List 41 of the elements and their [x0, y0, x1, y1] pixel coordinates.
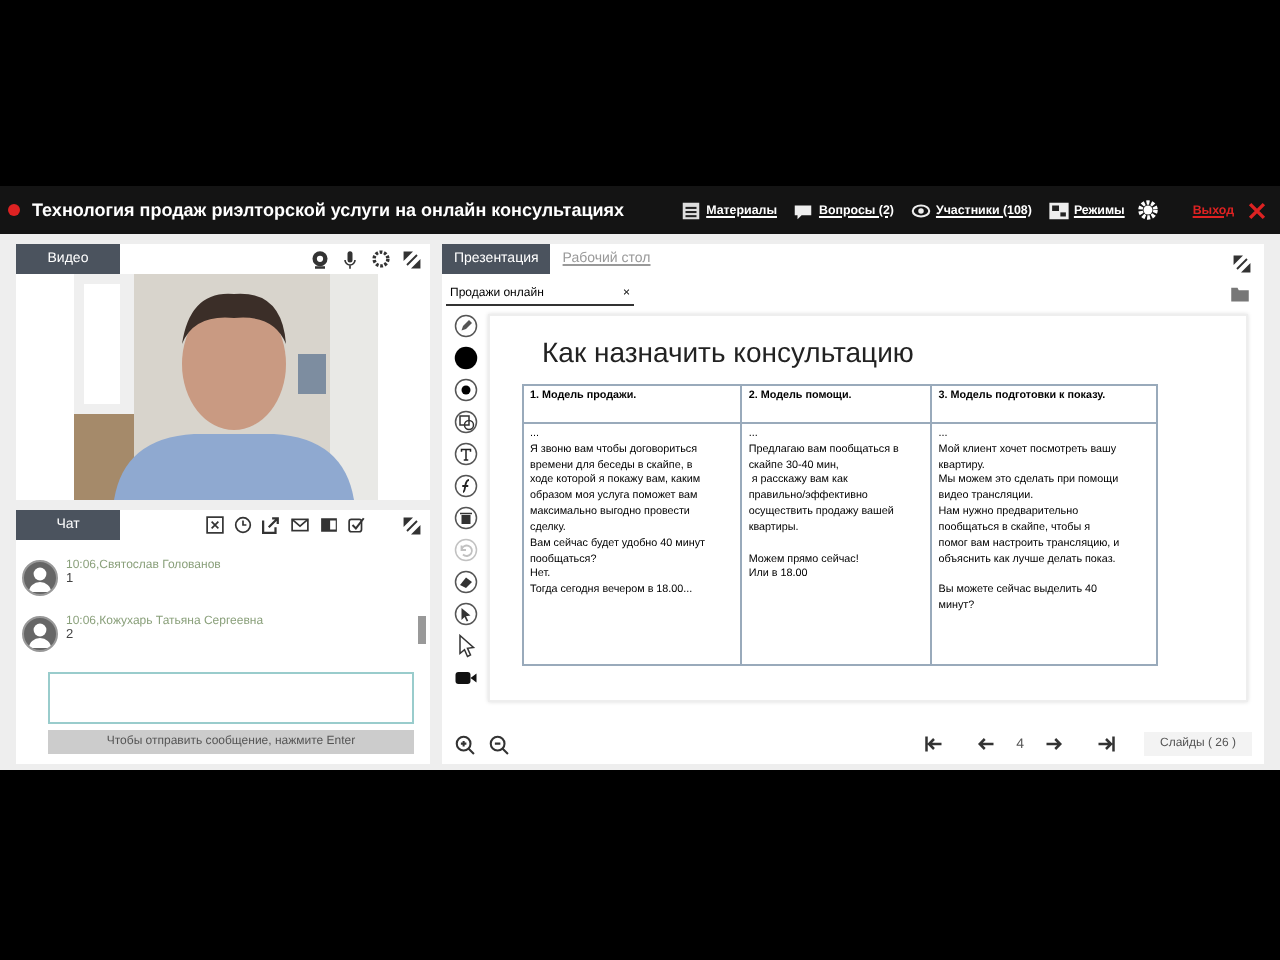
arrow-left-icon[interactable] [976, 734, 997, 754]
text-icon[interactable] [454, 442, 478, 466]
arrow-right-icon[interactable] [1043, 734, 1064, 754]
windows-icon[interactable] [1047, 199, 1070, 221]
small-dot-icon[interactable] [454, 378, 478, 402]
formula-icon[interactable] [454, 474, 478, 498]
pencil-icon[interactable] [454, 314, 478, 338]
video-camera-icon[interactable] [454, 666, 478, 690]
first-page-icon[interactable] [924, 734, 945, 754]
message-input[interactable] [48, 672, 414, 724]
eye-icon[interactable] [909, 199, 932, 221]
cursor-icon[interactable] [454, 634, 478, 658]
clock-icon[interactable] [234, 516, 252, 534]
eraser-icon[interactable] [454, 570, 478, 594]
trash-icon[interactable] [454, 506, 478, 530]
scrollbar[interactable] [418, 616, 426, 644]
spreadsheet-icon[interactable] [320, 516, 338, 534]
window-title: Технология продаж риэлторской услуги на онлайн консультациях [32, 200, 625, 220]
fullscreen-icon[interactable] [402, 515, 422, 535]
close-icon[interactable] [1246, 199, 1268, 221]
large-dot-icon[interactable] [454, 346, 478, 370]
avatar-icon [22, 616, 58, 652]
microphone-icon[interactable] [340, 249, 360, 269]
avatar-icon [22, 560, 58, 596]
status-dot [8, 204, 20, 216]
zoom-out-icon[interactable] [488, 733, 510, 755]
shapes-icon[interactable] [454, 410, 478, 434]
fullscreen-icon[interactable] [402, 249, 422, 269]
fullscreen-icon[interactable] [1232, 253, 1252, 273]
webcam-icon[interactable] [310, 249, 330, 269]
mail-icon[interactable] [290, 516, 310, 534]
last-page-icon[interactable] [1095, 734, 1116, 754]
zoom-in-icon[interactable] [454, 733, 476, 755]
slide-title: Как назначить консультацию [542, 336, 916, 368]
settings-icon[interactable] [370, 248, 392, 270]
checklist-icon[interactable] [348, 516, 366, 534]
export-icon[interactable] [262, 516, 280, 534]
document-icon[interactable] [680, 199, 703, 221]
close-box-icon[interactable] [206, 516, 224, 534]
folder-icon[interactable] [1228, 284, 1252, 304]
pointer-icon[interactable] [454, 602, 478, 626]
